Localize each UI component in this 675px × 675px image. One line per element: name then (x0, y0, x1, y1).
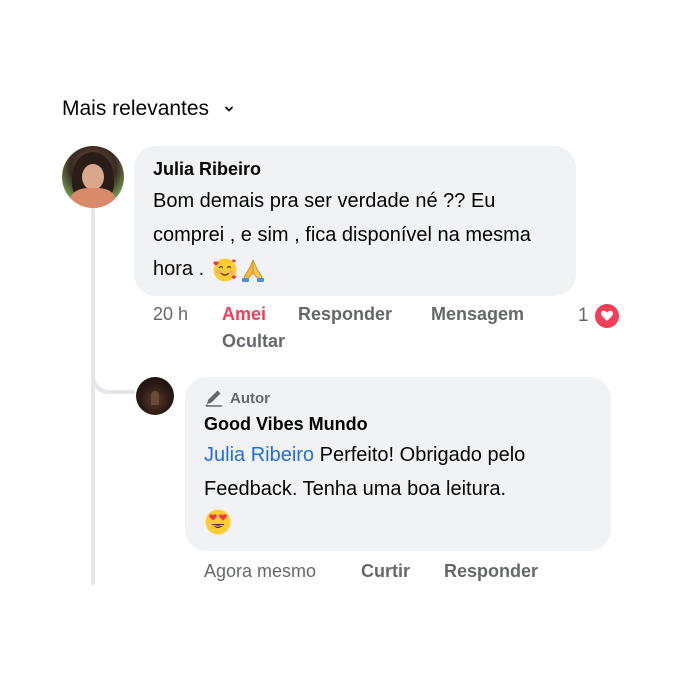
reply-button[interactable]: Responder (298, 304, 392, 325)
avatar-shirt (70, 188, 116, 208)
pencil-icon (205, 390, 222, 407)
avatar-figure (151, 391, 159, 405)
thread-connector (91, 340, 135, 394)
hide-button[interactable]: Ocultar (222, 331, 285, 352)
like-button[interactable]: Curtir (361, 561, 410, 582)
comment-text: Bom demais pra ser verdade né ?? Eu comp… (153, 184, 553, 286)
author-badge-label: Autor (230, 389, 270, 407)
comment-author[interactable]: Julia Ribeiro (153, 159, 261, 180)
sort-dropdown[interactable]: Mais relevantes (62, 97, 235, 121)
folded-hands-icon (241, 259, 264, 282)
reply-timestamp[interactable]: Agora mesmo (204, 561, 316, 582)
avatar[interactable] (62, 146, 124, 208)
mention-link[interactable]: Julia Ribeiro (204, 444, 314, 466)
sort-label: Mais relevantes (62, 97, 210, 120)
chevron-down-icon (225, 106, 233, 112)
comment-body: Bom demais pra ser verdade né ?? Eu comp… (153, 190, 531, 280)
heart-reaction-icon (592, 302, 621, 330)
author-badge: Autor (204, 389, 270, 407)
reaction-count: 1 (578, 305, 589, 326)
avatar[interactable] (136, 377, 174, 415)
reply-text: Julia Ribeiro Perfeito! Obrigado pelo Fe… (204, 438, 604, 506)
smiling-face-with-hearts-icon (213, 258, 237, 282)
reply-author[interactable]: Good Vibes Mundo (204, 414, 368, 435)
love-reaction-button[interactable]: Amei (222, 304, 266, 325)
avatar-face (82, 164, 104, 190)
message-button[interactable]: Mensagem (431, 304, 524, 325)
comment-timestamp[interactable]: 20 h (153, 304, 188, 325)
thread-line (91, 208, 95, 585)
reply-emoji-line (204, 508, 232, 541)
reaction-summary[interactable]: 1 (578, 302, 621, 330)
heart-eyes-face-icon (205, 509, 231, 535)
reply-button[interactable]: Responder (444, 561, 538, 582)
